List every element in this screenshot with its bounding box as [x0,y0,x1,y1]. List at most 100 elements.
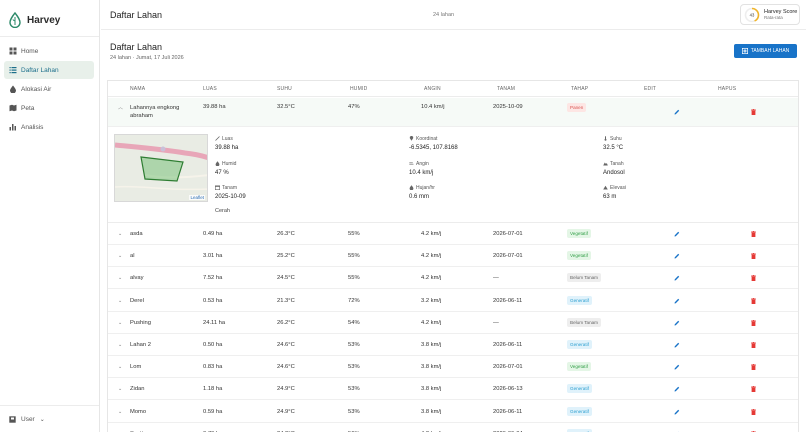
row-luas: 24.11 ha [203,319,226,326]
col-tanam[interactable]: TANAM [497,86,515,92]
row-name: asda [130,231,143,237]
brand[interactable]: Harvey [0,0,99,32]
row-tanam: 2026-07-01 [493,231,523,237]
col-suhu[interactable]: SUHU [277,86,292,92]
chevron-down-icon[interactable]: ⌄ [118,386,122,392]
row-name: Pushing [130,319,151,326]
row-tanam: 2026-06-11 [493,342,523,348]
detail-value: 47 % [215,170,229,176]
land-map[interactable]: Leaflet [114,134,208,202]
detail-value: 2025-10-09 [215,194,246,200]
score-value: 43 [750,12,755,17]
chevron-down-icon[interactable]: ⌄ [118,298,122,304]
table-row[interactable]: ⌄ asda 0.49 ha 26.3°C 55% 4.2 km/j 2026-07-01 V… [108,223,798,245]
row-humid: 53% [348,364,360,371]
table-row[interactable]: ⌄Scott0.70 ha24.2°C56%4.2 km/j2026-06-04… [108,423,798,432]
col-tahap[interactable]: TAHAP [571,86,588,92]
chevron-down-icon[interactable]: ⌄ [118,275,122,281]
detail-value: 10.4 km/j [409,170,434,176]
score-ring-icon: 43 [744,7,760,22]
row-luas: 0.59 ha [203,408,223,415]
add-land-button[interactable]: TAMBAH LAHAN [734,44,797,58]
terrain-icon [603,162,608,166]
detail-elevasi: Elevasi 63 m [603,185,626,200]
detail-luas: Luas 39.88 ha [215,136,238,151]
detail-value: 32.5 °C [603,145,624,151]
table-row-expanded[interactable]: ︿ Lahannya engkong abraham 39.88 ha 32.5… [108,98,798,127]
table-row[interactable]: ⌄ Lahan 2 0.50 ha 24.6°C 53% 3.8 km/j 2026-06-… [108,334,798,356]
chevron-down-icon[interactable]: ⌄ [118,342,122,348]
sidebar-item-alokasi-air[interactable]: Alokasi Air [4,80,94,98]
delete-icon[interactable] [751,386,756,393]
detail-angin: Angin 10.4 km/j [409,161,433,176]
harvey-score-card[interactable]: 43 Harvey Score Rata-rata [740,4,800,25]
row-tanam: 2025-10-09 [493,104,523,110]
humidity-icon [215,161,220,166]
chevron-down-icon[interactable]: ⌄ [118,409,122,415]
table-row[interactable]: ⌄ Pushing 24.11 ha 26.2°C 54% 4.2 km/j — Belum … [108,312,798,334]
row-luas: 0.83 ha [203,364,223,371]
chevron-down-icon[interactable]: ⌄ [118,364,122,370]
edit-icon[interactable] [674,386,680,392]
edit-icon[interactable] [674,409,680,415]
delete-icon[interactable] [751,319,756,326]
delete-icon[interactable] [751,297,756,304]
map-attribution[interactable]: Leaflet [189,195,205,200]
col-hapus: HAPUS [718,86,737,92]
chevron-up-icon[interactable]: ︿ [118,104,123,111]
delete-icon[interactable] [751,253,756,260]
delete-icon[interactable] [751,364,756,371]
table-row[interactable]: ⌄ Lom 0.83 ha 24.6°C 53% 3.8 km/j 2026-07-01 Ve… [108,356,798,379]
rain-icon [409,185,414,190]
table-row[interactable]: ⌄ Derel 0.53 ha 21.3°C 72% 3.2 km/j 2026-06-11… [108,290,798,312]
row-luas: 39.88 ha [203,104,226,110]
row-name: Zidan [130,386,145,393]
table-row[interactable]: ⌄ al 3.01 ha 25.2°C 55% 4.2 km/j 2026-07-01 Veg… [108,245,798,268]
delete-icon[interactable] [751,342,756,348]
col-nama[interactable]: NAMA [130,86,145,92]
row-name: alvay [130,275,144,282]
edit-icon[interactable] [674,320,680,326]
sidebar-item-peta[interactable]: Peta [4,99,94,117]
table-row[interactable]: ⌄ Momo 0.59 ha 24.9°C 53% 3.8 km/j 2026-06-11 G… [108,401,798,423]
col-luas[interactable]: LUAS [203,86,217,92]
status-badge: Belum Tanam [567,273,602,283]
sidebar-item-daftar-lahan[interactable]: Daftar Lahan [4,61,94,79]
sidebar-item-analisis[interactable]: Analisis [4,118,94,136]
chevron-down-icon[interactable]: ⌄ [118,320,122,326]
edit-icon[interactable] [674,342,680,348]
row-suhu: 26.2°C [277,319,295,326]
detail-label: Tanah [610,161,624,167]
row-suhu: 24.6°C [277,342,295,348]
delete-icon[interactable] [751,109,756,115]
chevron-down-icon[interactable]: ⌄ [118,231,122,237]
table-row[interactable]: ⌄ Zidan 1.18 ha 24.9°C 53% 3.8 km/j 2026-06-13… [108,378,798,401]
edit-icon[interactable] [674,275,680,281]
edit-icon[interactable] [674,109,680,115]
col-humid[interactable]: HUMID [350,86,367,92]
row-angin: 4.2 km/j [421,319,442,326]
status-badge: Generatif [567,340,592,349]
user-menu[interactable]: User ⌄ [0,405,99,432]
edit-icon[interactable] [674,298,680,304]
row-tanam: — [493,319,499,326]
map-svg [115,135,207,201]
delete-icon[interactable] [751,408,756,415]
row-humid: 55% [348,275,360,282]
add-land-label: TAMBAH LAHAN [750,48,790,54]
edit-icon[interactable] [674,364,680,370]
status-badge: Generatif [567,384,592,394]
delete-icon[interactable] [751,231,756,237]
edit-icon[interactable] [674,231,680,237]
chevron-down-icon[interactable]: ⌄ [118,253,122,259]
edit-icon[interactable] [674,253,680,259]
user-label: User [21,415,35,423]
table-row[interactable]: ⌄ alvay 7.52 ha 24.5°C 55% 4.2 km/j — Belum Tan… [108,267,798,290]
status-badge: Vegetatif [567,362,591,372]
col-angin[interactable]: ANGIN [424,86,441,92]
delete-icon[interactable] [751,275,756,282]
row-tanam: 2026-06-11 [493,408,523,415]
row-humid: 53% [348,408,360,415]
col-edit: EDIT [644,86,657,92]
sidebar-item-home[interactable]: Home [4,42,94,60]
